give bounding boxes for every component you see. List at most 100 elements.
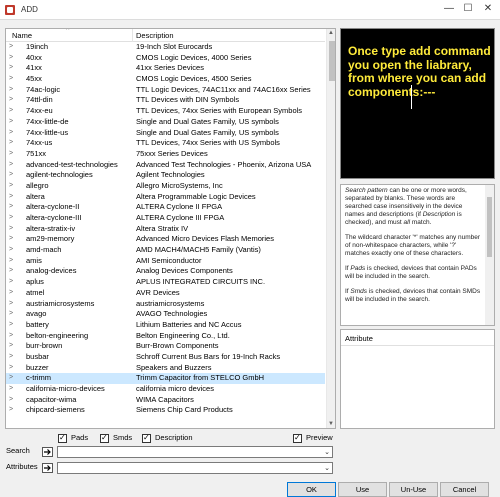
checkbox-check-icon[interactable] (100, 432, 109, 443)
chevron-right-icon[interactable]: > (9, 256, 13, 267)
chevron-right-icon[interactable]: > (9, 202, 13, 213)
chevron-down-icon[interactable]: ⌄ (324, 448, 330, 456)
chevron-right-icon[interactable]: > (9, 363, 13, 374)
tree-row[interactable]: >45xx CMOS Logic Devices, 4500 Series (6, 74, 325, 85)
chevron-right-icon[interactable]: > (9, 95, 13, 106)
chevron-right-icon[interactable]: > (9, 74, 13, 85)
scroll-up-icon[interactable]: ▲ (328, 30, 334, 36)
library-tree[interactable]: ^ Name Description >19inch 19-Inch Slot E… (5, 28, 336, 429)
chevron-right-icon[interactable]: > (9, 373, 13, 384)
close-button[interactable]: ✕ (481, 2, 495, 16)
scroll-thumb[interactable] (329, 41, 335, 81)
chevron-right-icon[interactable]: > (9, 128, 13, 139)
chevron-right-icon[interactable]: > (9, 149, 13, 160)
chevron-right-icon[interactable]: > (9, 213, 13, 224)
tree-row[interactable]: > austriamicrosystems austriamicrosystems (6, 299, 325, 310)
chevron-right-icon[interactable]: > (9, 42, 13, 53)
chevron-right-icon[interactable]: > (9, 234, 13, 245)
tree-row[interactable]: > agilent-technologies Agilent Technologie… (6, 170, 325, 181)
tree-row[interactable]: > aplus APLUS INTEGRATED CIRCUITS INC. (6, 277, 325, 288)
scroll-down-icon[interactable]: ▼ (328, 421, 334, 427)
tree-row[interactable]: > belton-engineering Belton Engineering Co… (6, 331, 325, 342)
pick-arrow-icon[interactable] (42, 447, 53, 457)
tree-row[interactable]: >40xx CMOS Logic Devices, 4000 Series (6, 53, 325, 64)
tree-row[interactable]: > amis AMI Semiconductor (6, 256, 325, 267)
tree-row[interactable]: > capacitor-wima WIMA Capacitors (6, 395, 325, 406)
checkbox-check-icon[interactable] (142, 432, 151, 443)
tree-row[interactable]: > chipcard-siemens Siemens Chip Card Produ… (6, 405, 325, 416)
smds-checkbox[interactable]: Smds (100, 432, 132, 443)
chevron-right-icon[interactable]: > (9, 352, 13, 363)
cancel-button[interactable]: Cancel (440, 482, 489, 497)
tree-row[interactable]: > am29-memory Advanced Micro Devices Flash… (6, 234, 325, 245)
chevron-right-icon[interactable]: > (9, 384, 13, 395)
tree-row[interactable]: >74xx-eu TTL Devices, 74xx Series with Eu… (6, 106, 325, 117)
chevron-right-icon[interactable]: > (9, 192, 13, 203)
tree-row[interactable]: >751xx 75xxx Series Devices (6, 149, 325, 160)
search-input[interactable]: ⌄ (57, 446, 333, 458)
tree-row[interactable]: >41xx 41xx Series Devices (6, 63, 325, 74)
tree-row[interactable]: >74ac-logic TTL Logic Devices, 74AC11xx a… (6, 85, 325, 96)
chevron-right-icon[interactable]: > (9, 331, 13, 342)
tree-row[interactable]: > altera-cyclone-III ALTERA Cyclone III FP… (6, 213, 325, 224)
help-scrollbar[interactable] (485, 185, 494, 325)
chevron-right-icon[interactable]: > (9, 288, 13, 299)
tree-row[interactable]: > burr-brown Burr-Brown Components (6, 341, 325, 352)
column-header-description[interactable]: Description (136, 31, 174, 40)
chevron-right-icon[interactable]: > (9, 181, 13, 192)
minimize-button[interactable]: — (442, 2, 456, 16)
tree-row[interactable]: >74xx-us TTL Devices, 74xx Series with US… (6, 138, 325, 149)
chevron-right-icon[interactable]: > (9, 138, 13, 149)
chevron-right-icon[interactable]: > (9, 117, 13, 128)
chevron-right-icon[interactable]: > (9, 405, 13, 416)
column-header-name[interactable]: Name (12, 31, 32, 40)
chevron-right-icon[interactable]: > (9, 170, 13, 181)
chevron-right-icon[interactable]: > (9, 309, 13, 320)
attributes-input[interactable]: ⌄ (57, 462, 333, 474)
ok-button[interactable]: OK (287, 482, 336, 497)
tree-row[interactable]: > altera-stratix-iv Altera Stratix IV (6, 224, 325, 235)
tree-row[interactable]: > allegro Allegro MicroSystems, Inc (6, 181, 325, 192)
chevron-right-icon[interactable]: > (9, 320, 13, 331)
help-scroll-thumb[interactable] (487, 197, 492, 257)
tree-row[interactable]: > avago AVAGO Technologies (6, 309, 325, 320)
tree-row[interactable]: > battery Lithium Batteries and NC Accus (6, 320, 325, 331)
un-use-button[interactable]: Un-Use (389, 482, 438, 497)
tree-row[interactable]: >74xx-little-us Single and Dual Gates Fam… (6, 128, 325, 139)
maximize-button[interactable]: ☐ (461, 2, 475, 16)
chevron-right-icon[interactable]: > (9, 63, 13, 74)
chevron-right-icon[interactable]: > (9, 277, 13, 288)
description-checkbox[interactable]: Description (142, 432, 193, 443)
tree-row[interactable]: > california-micro-devices california micr… (6, 384, 325, 395)
tree-row[interactable]: >74xx-little-de Single and Dual Gates Fam… (6, 117, 325, 128)
pick-arrow-icon[interactable] (42, 463, 53, 473)
chevron-right-icon[interactable]: > (9, 395, 13, 406)
checkbox-check-icon[interactable] (58, 432, 67, 443)
preview-checkbox[interactable]: Preview (293, 432, 333, 443)
chevron-right-icon[interactable]: > (9, 160, 13, 171)
pads-checkbox[interactable]: Pads (58, 432, 88, 443)
tree-row[interactable]: > c-trimm Trimm Capacitor from STELCO GmbH (6, 373, 325, 384)
tree-row[interactable]: >19inch 19-Inch Slot Eurocards (6, 42, 325, 53)
use-button[interactable]: Use (338, 482, 387, 497)
chevron-right-icon[interactable]: > (9, 266, 13, 277)
chevron-down-icon[interactable]: ⌄ (324, 464, 330, 472)
checkbox-check-icon[interactable] (293, 432, 302, 443)
chevron-right-icon[interactable]: > (9, 245, 13, 256)
tree-row[interactable]: > amd-mach AMD MACH4/MACH5 Family (Vantis) (6, 245, 325, 256)
chevron-right-icon[interactable]: > (9, 106, 13, 117)
tree-row[interactable]: > altera Altera Programmable Logic Devices (6, 192, 325, 203)
chevron-right-icon[interactable]: > (9, 341, 13, 352)
tree-row[interactable]: > altera-cyclone-II ALTERA Cyclone II FPGA (6, 202, 325, 213)
chevron-right-icon[interactable]: > (9, 224, 13, 235)
chevron-right-icon[interactable]: > (9, 85, 13, 96)
tree-row[interactable]: >74ttl-din TTL Devices with DIN Symbols (6, 95, 325, 106)
column-separator[interactable] (132, 29, 133, 42)
tree-scrollbar[interactable]: ▲ ▼ (326, 29, 335, 428)
tree-row[interactable]: > busbar Schroff Current Bus Bars for 19-I… (6, 352, 325, 363)
tree-row[interactable]: > analog-devices Analog Devices Components (6, 266, 325, 277)
tree-row[interactable]: > buzzer Speakers and Buzzers (6, 363, 325, 374)
chevron-right-icon[interactable]: > (9, 299, 13, 310)
chevron-right-icon[interactable]: > (9, 53, 13, 64)
tree-row[interactable]: > atmel AVR Devices (6, 288, 325, 299)
